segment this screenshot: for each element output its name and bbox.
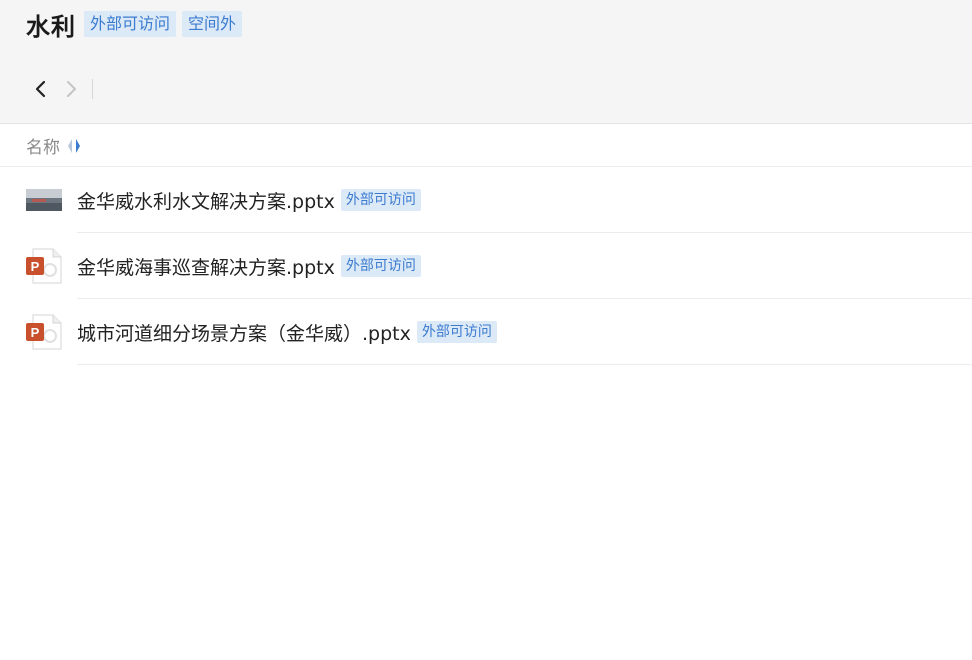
- sort-icon[interactable]: [68, 138, 80, 154]
- file-name[interactable]: 金华威水利水文解决方案.pptx: [77, 187, 335, 214]
- outside-space-tag: 空间外: [182, 11, 243, 37]
- folder-title: 水利: [26, 12, 76, 41]
- external-access-tag: 外部可访问: [84, 11, 177, 37]
- image-thumbnail-icon: [26, 182, 62, 218]
- file-name[interactable]: 金华威海事巡查解决方案.pptx: [77, 253, 335, 280]
- file-external-tag: 外部可访问: [340, 189, 421, 211]
- file-list: 金华威水利水文解决方案.pptx 外部可访问 P 金华威海事巡查解决方案.ppt…: [0, 167, 972, 365]
- svg-text:P: P: [31, 325, 40, 340]
- chevron-left-icon: [35, 80, 46, 98]
- nav-divider: [92, 79, 93, 99]
- chevron-right-icon: [67, 81, 76, 97]
- powerpoint-file-icon: P: [26, 314, 62, 350]
- file-row[interactable]: P 城市河道细分场景方案（金华威）.pptx 外部可访问: [0, 299, 972, 365]
- name-column-header[interactable]: 名称: [26, 133, 80, 158]
- title-row: 水利 外部可访问 空间外: [26, 8, 248, 41]
- column-header: 名称: [0, 125, 972, 167]
- navigation-row: [26, 72, 93, 106]
- file-external-tag: 外部可访问: [416, 321, 497, 343]
- row-divider: [77, 364, 972, 365]
- forward-button[interactable]: [56, 72, 86, 106]
- back-button[interactable]: [26, 72, 56, 106]
- svg-text:P: P: [31, 259, 40, 274]
- file-row[interactable]: 金华威水利水文解决方案.pptx 外部可访问: [0, 167, 972, 233]
- name-column-label: 名称: [26, 138, 60, 158]
- header-bar: 水利 外部可访问 空间外: [0, 0, 972, 124]
- powerpoint-file-icon: P: [26, 248, 62, 284]
- file-row[interactable]: P 金华威海事巡查解决方案.pptx 外部可访问: [0, 233, 972, 299]
- file-external-tag: 外部可访问: [340, 255, 421, 277]
- file-name[interactable]: 城市河道细分场景方案（金华威）.pptx: [77, 319, 411, 346]
